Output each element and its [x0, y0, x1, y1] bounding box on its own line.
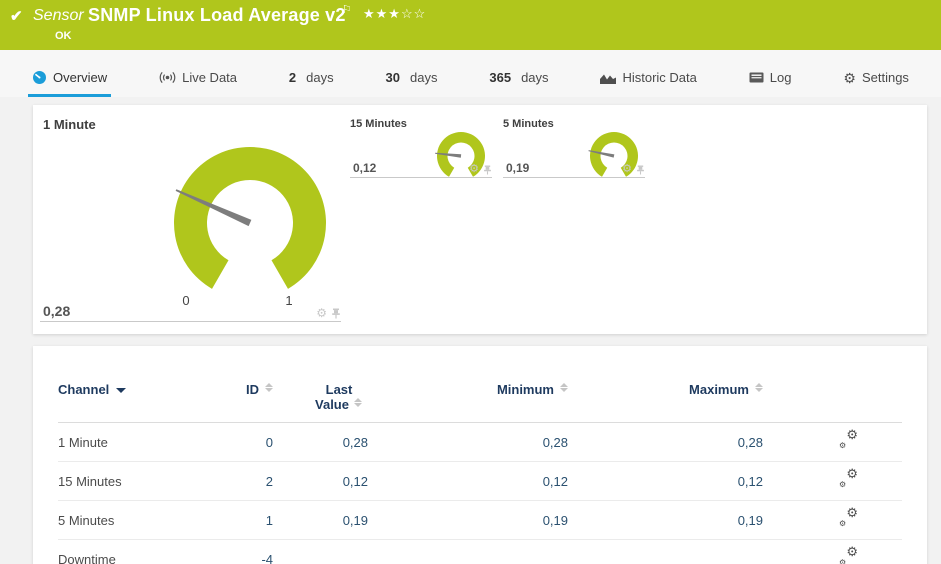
tab-label: Settings: [861, 70, 909, 85]
tab-log[interactable]: Log: [745, 70, 796, 97]
gear-icon: ⚙: [843, 69, 856, 86]
channel-settings-icon[interactable]: ⚙ ⚙: [839, 428, 858, 450]
gauge-icon: [33, 71, 46, 84]
tab-365-days[interactable]: 365 days: [485, 70, 552, 97]
table-row: 1 Minute 0 0,28 0,28 0,28 ⚙ ⚙: [58, 422, 902, 462]
minimum-cell: 0,19: [368, 500, 568, 540]
col-maximum[interactable]: Maximum: [568, 376, 763, 423]
gauge-footer-5-minutes: 0,19 ⚙: [503, 159, 645, 178]
channel-name-cell: 5 Minutes: [58, 500, 208, 540]
col-channel[interactable]: Channel: [58, 376, 208, 423]
tab-2-days[interactable]: 2 days: [285, 70, 338, 97]
last-value-cell: 0,28: [273, 422, 368, 462]
channel-id-cell: 0: [208, 422, 273, 462]
table-row: Downtime -4 ⚙ ⚙: [58, 539, 902, 564]
gauge-value: 0,19: [506, 161, 530, 175]
sensor-header: ✔ Sensor SNMP Linux Load Average v2 ⚐ ★★…: [0, 0, 941, 50]
pin-icon[interactable]: [483, 165, 492, 175]
sensor-kind-label: Sensor: [33, 7, 84, 24]
table-row: 5 Minutes 1 0,19 0,19 0,19 ⚙ ⚙: [58, 500, 902, 540]
channel-settings-icon[interactable]: ⚙ ⚙: [839, 467, 858, 489]
sensor-status-badge: OK: [55, 30, 72, 42]
tab-label: Live Data: [182, 70, 238, 85]
gauge-footer-15-minutes: 0,12 ⚙: [350, 159, 492, 178]
gauge-title-15-minutes: 15 Minutes: [350, 118, 407, 130]
col-actions: [763, 376, 902, 423]
col-id[interactable]: ID: [208, 376, 273, 423]
check-icon: ✔: [10, 8, 23, 25]
minimum-cell: 0,12: [368, 461, 568, 501]
channel-table-panel: Channel ID Last Value Minimum Maximum 1 …: [33, 346, 927, 564]
tab-30-days[interactable]: 30 days: [382, 70, 442, 97]
col-last-value[interactable]: Last Value: [273, 376, 368, 423]
priority-stars[interactable]: ★★★☆☆: [363, 6, 426, 22]
minimum-cell: [368, 539, 568, 564]
tab-bar: Overview Live Data 2 days 30 days 365 days …: [0, 50, 941, 97]
tab-label: Overview: [53, 70, 108, 85]
channel-name-cell: Downtime: [58, 539, 208, 564]
channel-id-cell: -4: [208, 539, 273, 564]
col-minimum[interactable]: Minimum: [368, 376, 568, 423]
gauge-title-5-minutes: 5 Minutes: [503, 118, 554, 130]
channel-id-cell: 1: [208, 500, 273, 540]
gauge-footer-1-minute: 0,28 ⚙: [40, 302, 341, 322]
last-value-cell: [273, 539, 368, 564]
maximum-cell: [568, 539, 763, 564]
gauge-title-1-minute: 1 Minute: [43, 117, 96, 132]
gauge-settings-gear-icon[interactable]: ⚙: [469, 164, 479, 175]
sort-desc-icon: [116, 388, 127, 393]
table-row: 15 Minutes 2 0,12 0,12 0,12 ⚙ ⚙: [58, 461, 902, 501]
gauge-value: 0,28: [43, 303, 71, 319]
minimum-cell: 0,28: [368, 422, 568, 462]
channel-name-cell: 1 Minute: [58, 422, 208, 462]
tab-label: Log: [769, 70, 792, 85]
tab-label: Historic Data: [622, 70, 697, 85]
tab-live-data[interactable]: Live Data: [155, 70, 241, 97]
channel-table: Channel ID Last Value Minimum Maximum 1 …: [58, 376, 902, 564]
maximum-cell: 0,12: [568, 461, 763, 501]
maximum-cell: 0,28: [568, 422, 763, 462]
tab-label: days: [521, 70, 549, 85]
gauges-panel: 1 Minute 0 1 0,28 ⚙ 15 Minutes 0,12 ⚙ 5 …: [33, 105, 927, 334]
tab-historic-data[interactable]: Historic Data: [596, 70, 700, 97]
table-header-row: Channel ID Last Value Minimum Maximum: [58, 376, 902, 423]
tab-settings[interactable]: ⚙ Settings: [839, 70, 913, 97]
channel-settings-icon[interactable]: ⚙ ⚙: [839, 545, 858, 564]
last-value-cell: 0,19: [273, 500, 368, 540]
pin-icon[interactable]: [636, 165, 645, 175]
pin-icon[interactable]: [331, 308, 341, 319]
priority-flag-icon[interactable]: ⚐: [342, 3, 352, 16]
tab-label: days: [306, 70, 334, 85]
sensor-title: SNMP Linux Load Average v2: [88, 5, 346, 25]
channel-name-cell: 15 Minutes: [58, 461, 208, 501]
sort-icon: [354, 397, 363, 408]
channel-id-cell: 2: [208, 461, 273, 501]
last-value-cell: 0,12: [273, 461, 368, 501]
tab-label: days: [410, 70, 438, 85]
sort-icon: [754, 382, 763, 393]
sort-icon: [264, 382, 273, 393]
channel-settings-icon[interactable]: ⚙ ⚙: [839, 506, 858, 528]
broadcast-icon: [159, 71, 176, 84]
gauge-chart-1-minute: [174, 147, 327, 289]
gauge-settings-gear-icon[interactable]: ⚙: [622, 164, 632, 175]
gauge-settings-gear-icon[interactable]: ⚙: [316, 307, 327, 319]
log-icon: [749, 72, 764, 83]
historic-chart-icon: [600, 74, 617, 84]
maximum-cell: 0,19: [568, 500, 763, 540]
sort-icon: [559, 382, 568, 393]
gauge-value: 0,12: [353, 161, 377, 175]
tab-overview[interactable]: Overview: [28, 70, 112, 97]
